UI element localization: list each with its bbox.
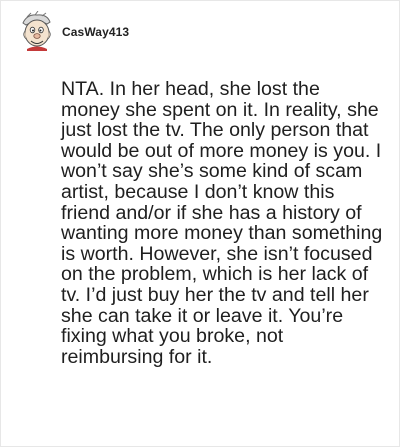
username[interactable]: CasWay413 — [62, 25, 129, 39]
comment-card: CasWay413 NTA. In her head, she lost the… — [0, 0, 400, 447]
comment-text: NTA. In her head, she lost the money she… — [61, 78, 383, 368]
user-avatar[interactable] — [17, 10, 55, 51]
cartoon-face-avatar-icon — [22, 10, 51, 51]
